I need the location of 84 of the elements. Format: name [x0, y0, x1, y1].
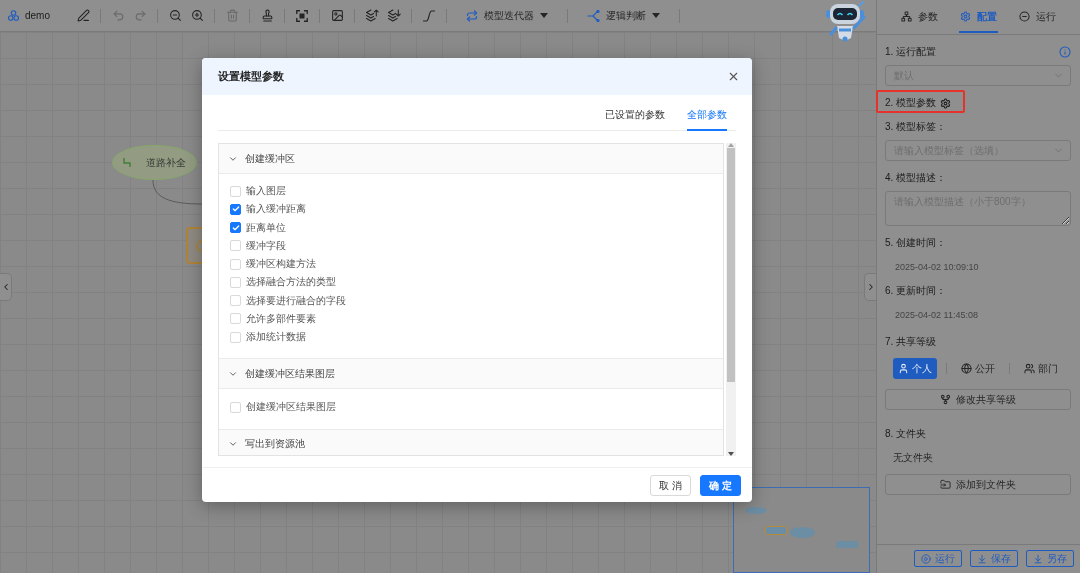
minimap-node [836, 541, 858, 548]
minimap-node [745, 507, 767, 514]
info-icon[interactable] [1059, 46, 1071, 58]
cancel-button[interactable]: 取 消 [650, 475, 692, 496]
tick-icon [231, 223, 240, 232]
group-header[interactable]: 创建缓冲区结果图层 [219, 359, 723, 390]
settings-icon[interactable] [940, 97, 952, 109]
collapse-button[interactable] [0, 273, 12, 301]
caret-down-icon [652, 13, 660, 18]
flow-node[interactable]: 道路补全 [112, 145, 197, 180]
checkbox[interactable] [230, 222, 241, 234]
fork-icon [940, 394, 951, 405]
timestamp-text: 2025-04-02 10:09:10 [894, 261, 980, 274]
dialog-tab[interactable]: 已设置的参数 [605, 95, 665, 131]
settings-icon [960, 11, 971, 22]
checkbox[interactable] [230, 203, 241, 215]
folder-icon [940, 479, 951, 490]
branch-icon [587, 9, 600, 22]
add-to-folder-button[interactable]: 添加到文件夹 [885, 474, 1071, 495]
option-label: 创建缓冲区结果图层 [246, 401, 336, 414]
option-label: 输入图层 [246, 185, 286, 198]
layers-up-icon[interactable] [365, 9, 379, 22]
tick-icon [231, 205, 240, 214]
dialog-title: 设置模型参数 [218, 69, 284, 84]
stamp-icon[interactable] [260, 9, 274, 22]
play-circle-icon [921, 553, 931, 564]
process-node[interactable] [186, 227, 202, 264]
project-name: demo [25, 8, 50, 23]
section-label: 1. 运行配置 [885, 45, 937, 59]
dialog-tab[interactable]: 全部参数 [687, 95, 727, 131]
repeat-icon [466, 9, 478, 22]
section-label: 5. 创建时间： [885, 236, 948, 250]
step-icon [123, 158, 133, 167]
section-label: 8. 文件夹 [885, 427, 928, 441]
users-icon [1024, 363, 1035, 374]
share-level-button[interactable]: 修改共享等级 [885, 389, 1071, 410]
scrollbar-thumb[interactable] [727, 148, 735, 382]
panel-tab[interactable]: 参数 [900, 0, 939, 33]
zoom-out-icon[interactable] [168, 9, 182, 22]
download-icon [1033, 553, 1043, 564]
group-header[interactable]: 创建缓冲区 [219, 144, 723, 174]
logo-icon [8, 10, 19, 21]
share-option[interactable]: 部门 [1019, 358, 1063, 379]
section-label: 7. 共享等级 [885, 335, 938, 349]
section-label: 4. 模型描述： [885, 171, 948, 185]
node-label: 道路补全 [146, 156, 186, 169]
pen-icon[interactable] [76, 9, 90, 22]
minimap-node [790, 527, 815, 538]
caret-down-icon [540, 13, 548, 18]
group-header[interactable]: 写出到资源池 [219, 429, 723, 455]
close-icon[interactable] [727, 70, 740, 83]
section-label: 3. 模型标签： [885, 120, 947, 134]
option-label: 选择融合方法的类型 [246, 276, 336, 289]
section-label: 6. 更新时间： [885, 284, 948, 298]
download-icon [977, 553, 987, 564]
minimap-node [765, 526, 787, 535]
zoom-in-icon[interactable] [190, 9, 204, 22]
share-option[interactable]: 个人 [893, 358, 937, 379]
option-label: 选择要进行融合的字段 [246, 294, 346, 307]
option-label: 添加统计数据 [246, 331, 306, 344]
globe-icon [961, 363, 972, 374]
share-option[interactable]: 公开 [956, 358, 1000, 379]
dropdown-button[interactable]: 逻辑判断 [575, 4, 672, 27]
network-icon [901, 11, 912, 22]
timestamp-text: 2025-04-02 11:45:08 [894, 309, 979, 322]
option-label: 距离单位 [246, 221, 286, 234]
panel-tab[interactable]: 运行 [1018, 0, 1057, 33]
folder-status-text: 无文件夹 [892, 451, 934, 465]
confirm-button[interactable]: 确 定 [700, 475, 741, 496]
fit-screen-icon[interactable] [296, 9, 308, 22]
section-label: 2. 模型参数 [885, 96, 937, 110]
image-icon[interactable] [330, 9, 344, 22]
scroll-down-icon[interactable] [728, 452, 734, 456]
option-label: 输入缓冲距离 [246, 203, 306, 216]
option-label: 缓冲字段 [246, 239, 286, 252]
dropdown-button[interactable]: 模型迭代器 [454, 4, 560, 27]
layers-down-icon[interactable] [387, 9, 401, 22]
expand-button[interactable] [864, 273, 876, 301]
step-line-icon[interactable] [423, 9, 435, 22]
option-label: 允许多部件要素 [246, 312, 316, 325]
connector-line [152, 179, 203, 205]
circle-minus-icon [1019, 11, 1030, 22]
option-label: 缓冲区构建方法 [246, 258, 316, 271]
user-icon [898, 363, 909, 374]
